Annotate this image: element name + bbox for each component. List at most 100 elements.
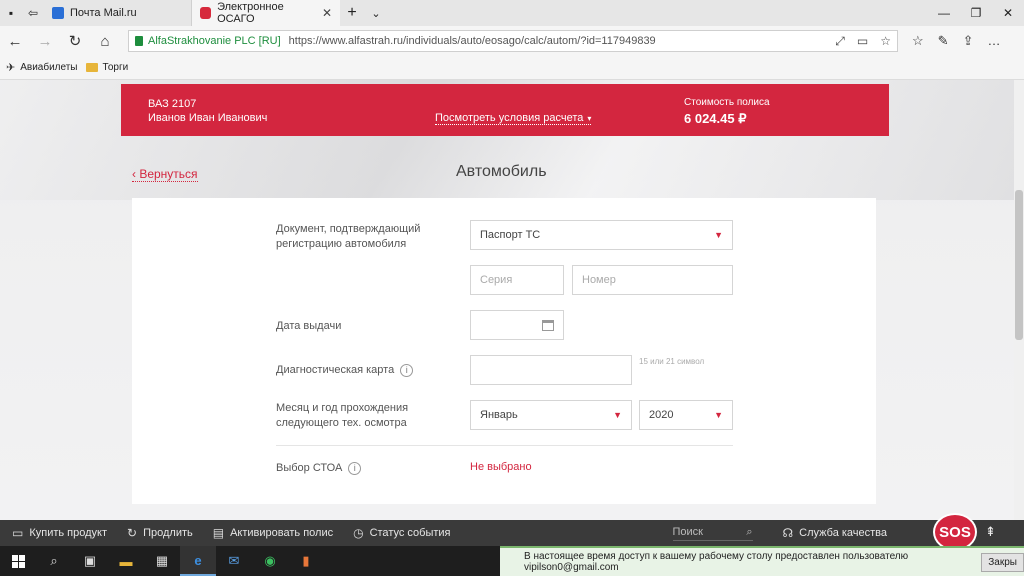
quality-service-label: Служба качества [799,527,888,539]
scrollbar[interactable] [1014,80,1024,520]
event-status-button[interactable]: ◷ Статус события [353,526,450,540]
scrollbar-thumb[interactable] [1015,190,1023,340]
view-terms-label: Посмотреть условия расчета [435,112,584,124]
sto-label-text: Выбор СТОА [276,462,343,474]
window-close-icon[interactable]: ✕ [992,6,1024,20]
doc-type-select[interactable]: Паспорт ТС ▼ [470,220,733,250]
issue-date-input[interactable] [470,310,564,340]
issue-date-label: Дата выдачи [276,320,342,332]
view-terms-link[interactable]: Посмотреть условия расчета ▾ [435,112,592,125]
policy-banner: ВАЗ 2107 Иванов Иван Иванович Посмотреть… [121,84,889,136]
back-arrow-icon[interactable]: ← [0,26,30,56]
year-select[interactable]: 2020 ▼ [639,400,733,430]
site-identity[interactable]: AlfaStrakhovanie PLC [RU] [148,35,281,47]
buy-product-button[interactable]: ▭ Купить продукт [12,526,107,540]
chevron-down-icon: ▼ [714,410,723,420]
activate-policy-button[interactable]: ▤ Активировать полис [213,526,333,540]
plane-icon: ✈ [6,62,16,74]
tab-osago-title: Электронное ОСАГО [217,1,284,25]
window-controls: — ❐ ✕ [928,6,1024,20]
favorites-hub-icon[interactable]: ☆ [912,33,924,49]
car-model: ВАЗ 2107 [148,98,197,110]
more-icon[interactable]: … [987,33,1000,49]
favorite-aviatickets[interactable]: ✈ Авиабилеты [6,61,78,74]
app-icon[interactable]: ▮ [288,546,324,576]
page-action-icon[interactable]: ⤢ [835,34,845,49]
refresh-icon[interactable]: ↻ [60,26,90,56]
url-actions: ⤢ ▭ ☆ [835,34,891,49]
remote-access-notification: В настоящее время доступ к вашему рабоче… [500,546,1024,576]
store-icon[interactable]: ▦ [144,546,180,576]
tab-mail[interactable]: Почта Mail.ru [44,0,192,26]
browser-tools: ☆ ✎ ⇪ … [912,33,1000,49]
tab-mail-title: Почта Mail.ru [70,7,137,19]
status-check-icon: ◷ [353,526,364,540]
activate-policy-label: Активировать полис [230,527,334,539]
tab-actions-icon[interactable]: ▪ [0,0,22,26]
chevron-down-icon: ▼ [613,410,622,420]
quality-service-button[interactable]: ☊ Служба качества [783,526,888,540]
sto-select-link[interactable]: Не выбрано [470,461,532,473]
mail-favicon-icon [52,7,64,19]
minimize-icon[interactable]: — [928,6,960,20]
notification-text: В настоящее время доступ к вашему рабоче… [524,551,909,573]
info-icon[interactable]: i [400,363,414,377]
extend-button[interactable]: ↻ Продлить [127,526,193,540]
number-input[interactable]: Номер [572,265,733,295]
search-icon[interactable]: ⌕ [746,526,752,539]
cart-icon: ▭ [12,526,24,540]
calendar-icon[interactable] [542,319,554,331]
favorite-star-icon[interactable]: ☆ [880,34,891,49]
forward-arrow-icon[interactable]: → [30,26,60,56]
browser-tabbar: ▪ ⇦ Почта Mail.ru Электронное ОСАГО ✕ + … [0,0,1024,26]
whatsapp-icon[interactable]: ◉ [252,546,288,576]
search-icon[interactable]: ⌕ [36,546,72,576]
inspection-label: Месяц и год прохождения следующего тех. … [276,402,409,429]
edge-browser-icon[interactable]: e [180,546,216,576]
new-tab-icon[interactable]: + [340,4,364,22]
diag-card-input[interactable] [470,355,632,385]
chevron-down-icon: ▼ [714,230,723,240]
renew-icon: ↻ [127,526,138,540]
owner-name: Иванов Иван Иванович [148,112,268,124]
file-explorer-icon[interactable]: ▬ [108,546,144,576]
lock-icon [135,36,143,46]
month-select[interactable]: Январь ▼ [470,400,632,430]
share-icon[interactable]: ⇪ [963,33,974,49]
mail-icon[interactable]: ✉ [216,546,252,576]
task-view-icon[interactable]: ▣ [72,546,108,576]
diag-card-label-text: Диагностическая карта [276,364,395,376]
set-aside-tabs-icon[interactable]: ⇦ [22,0,44,26]
series-input[interactable]: Серия [470,265,564,295]
notification-close-button[interactable]: Закры [981,552,1024,572]
back-link[interactable]: ‹ Вернуться [132,167,198,182]
info-icon[interactable]: i [348,461,362,475]
buy-product-label: Купить продукт [29,527,108,539]
diag-card-hint: 15 или 21 символ [639,357,705,366]
scroll-top-icon[interactable]: ⇞ [985,524,996,540]
headset-icon: ☊ [782,526,794,540]
footer-search-input[interactable]: Поиск ⌕ [672,526,753,541]
url-input[interactable]: AlfaStrakhovanie PLC [RU] https://www.al… [128,30,898,52]
restore-icon[interactable]: ❐ [960,6,992,20]
pen-icon[interactable]: ✎ [938,33,949,49]
doc-type-value: Паспорт ТС [480,229,541,241]
alfa-favicon-icon [200,7,212,19]
policy-cost: 6 024.45 ₽ [684,111,747,126]
start-button[interactable] [0,546,36,576]
diag-card-label: Диагностическая карта i [276,363,414,378]
tab-osago[interactable]: Электронное ОСАГО ✕ [192,0,340,26]
favorite-torgi[interactable]: Торги [85,62,129,73]
reading-view-icon[interactable]: ▭ [857,34,868,49]
favorite-torgi-label: Торги [102,62,129,73]
doc-label: Документ, подтверждающий регистрацию авт… [276,223,421,250]
page-content: ВАЗ 2107 Иванов Иван Иванович Посмотреть… [0,80,1024,520]
home-icon[interactable]: ⌂ [90,26,120,56]
page-title: Автомобиль [456,163,547,180]
close-icon[interactable]: ✕ [322,6,332,20]
year-value: 2020 [649,409,674,421]
form-divider [276,445,733,446]
vehicle-form: Документ, подтверждающий регистрацию авт… [132,198,876,504]
chevron-down-icon[interactable]: ⌄ [364,7,388,20]
address-toolbar: ← → ↻ ⌂ AlfaStrakhovanie PLC [RU] https:… [0,26,1024,56]
